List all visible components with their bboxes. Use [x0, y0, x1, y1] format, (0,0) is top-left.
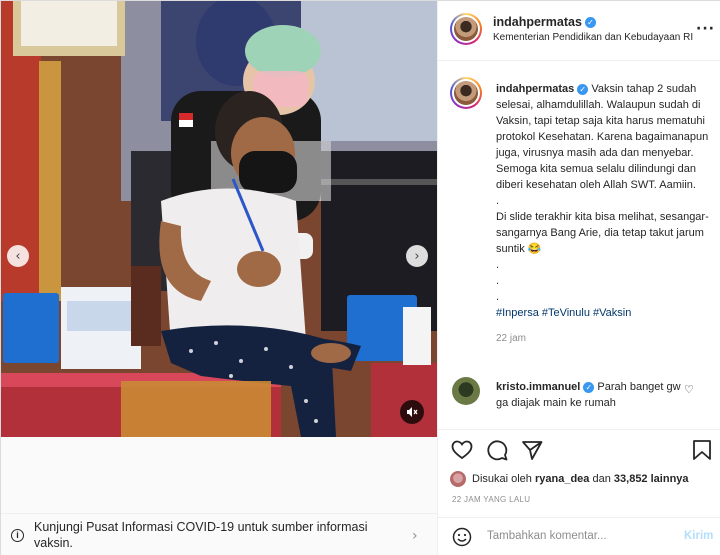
- comments-section[interactable]: indahpermatas ✓ Vaksin tahap 2 sudah sele…: [438, 61, 720, 429]
- comment-button[interactable]: [485, 438, 509, 462]
- caption-line-5: .: [496, 291, 500, 303]
- chevron-right-icon: ›: [414, 248, 420, 264]
- caption-line-2: Di slide terakhir kita bisa melihat, ses…: [496, 211, 709, 255]
- bookmark-icon: [693, 440, 711, 460]
- comment-input[interactable]: Tambahkan komentar...: [487, 530, 607, 542]
- post-caption: indahpermatas ✓ Vaksin tahap 2 sudah sele…: [496, 81, 710, 347]
- post-comment-button[interactable]: Kirim: [684, 530, 713, 542]
- commenter-avatar[interactable]: [452, 377, 480, 405]
- caption-username[interactable]: indahpermatas: [496, 83, 574, 95]
- likes-user[interactable]: ryana_dea: [535, 473, 589, 485]
- post-location[interactable]: Kementerian Pendidikan dan Kebudayaan RI: [493, 32, 693, 43]
- caption-line-4: .: [496, 275, 500, 287]
- chevron-right-icon: ›: [412, 528, 418, 544]
- comment-icon: [487, 440, 508, 461]
- heart-icon: [451, 440, 473, 460]
- covid-info-banner[interactable]: i Kunjungi Pusat Informasi COVID-19 untu…: [1, 513, 437, 555]
- muted-speaker-icon: [407, 407, 418, 417]
- likes-prefix: Disukai oleh: [472, 473, 532, 485]
- instagram-post-frame: ‹ › i Kunjungi Pusat Informasi COVID-19 …: [0, 0, 720, 555]
- post-side-panel: indahpermatas ✓ Kementerian Pendidikan da…: [437, 1, 720, 555]
- likes-suffix[interactable]: lainnya: [651, 473, 689, 485]
- more-options-icon[interactable]: ···: [696, 21, 715, 37]
- media-blank-area: [1, 437, 437, 513]
- likes-middle: dan: [592, 473, 611, 485]
- liker-avatar: [450, 471, 466, 487]
- post-username[interactable]: indahpermatas ✓: [493, 15, 596, 29]
- video-frame-illustration: [1, 1, 437, 437]
- likes-count[interactable]: 33,852: [614, 473, 648, 485]
- caption-avatar[interactable]: [450, 77, 482, 109]
- caption-line-3: .: [496, 259, 500, 271]
- covid-info-text: Kunjungi Pusat Informasi COVID-19 untuk …: [34, 520, 368, 550]
- add-comment-bar: Tambahkan komentar... Kirim: [438, 517, 720, 555]
- comment-item: kristo.immanuel ✓ Parah banget gw ga diaj…: [496, 379, 686, 411]
- caption-time: 22 jam: [496, 333, 527, 344]
- verified-badge-icon: ✓: [577, 83, 589, 95]
- avatar[interactable]: [450, 13, 482, 45]
- likes-summary[interactable]: Disukai oleh ryana_dea dan 33,852 lainny…: [450, 469, 689, 489]
- like-button[interactable]: [450, 438, 474, 462]
- caption-line-1: .: [496, 195, 500, 207]
- next-slide-button[interactable]: ›: [406, 245, 428, 267]
- post-username-text[interactable]: indahpermatas: [493, 15, 582, 29]
- smiley-icon[interactable]: [452, 527, 472, 547]
- paper-plane-icon: [522, 441, 543, 460]
- mute-toggle-button[interactable]: [400, 400, 424, 424]
- caption-line-0: Vaksin tahap 2 sudah selesai, alhamdulil…: [496, 83, 709, 191]
- share-button[interactable]: [520, 438, 544, 462]
- post-header: indahpermatas ✓ Kementerian Pendidikan da…: [438, 1, 720, 61]
- info-icon: i: [11, 528, 24, 542]
- post-actions-bar: [438, 429, 720, 469]
- chevron-left-icon: ‹: [15, 248, 21, 264]
- caption-hashtags[interactable]: #Inpersa #TeVinulu #Vaksin: [496, 305, 710, 321]
- comment-like-heart-icon[interactable]: ♡: [684, 383, 694, 396]
- verified-badge-icon: ✓: [584, 17, 596, 29]
- post-time-ago[interactable]: 22 JAM YANG LALU: [452, 495, 530, 504]
- save-button[interactable]: [690, 438, 714, 462]
- post-media-video[interactable]: ‹ ›: [1, 1, 437, 437]
- comment-username[interactable]: kristo.immanuel: [496, 381, 580, 393]
- previous-slide-button[interactable]: ‹: [7, 245, 29, 267]
- verified-badge-icon: ✓: [583, 381, 595, 393]
